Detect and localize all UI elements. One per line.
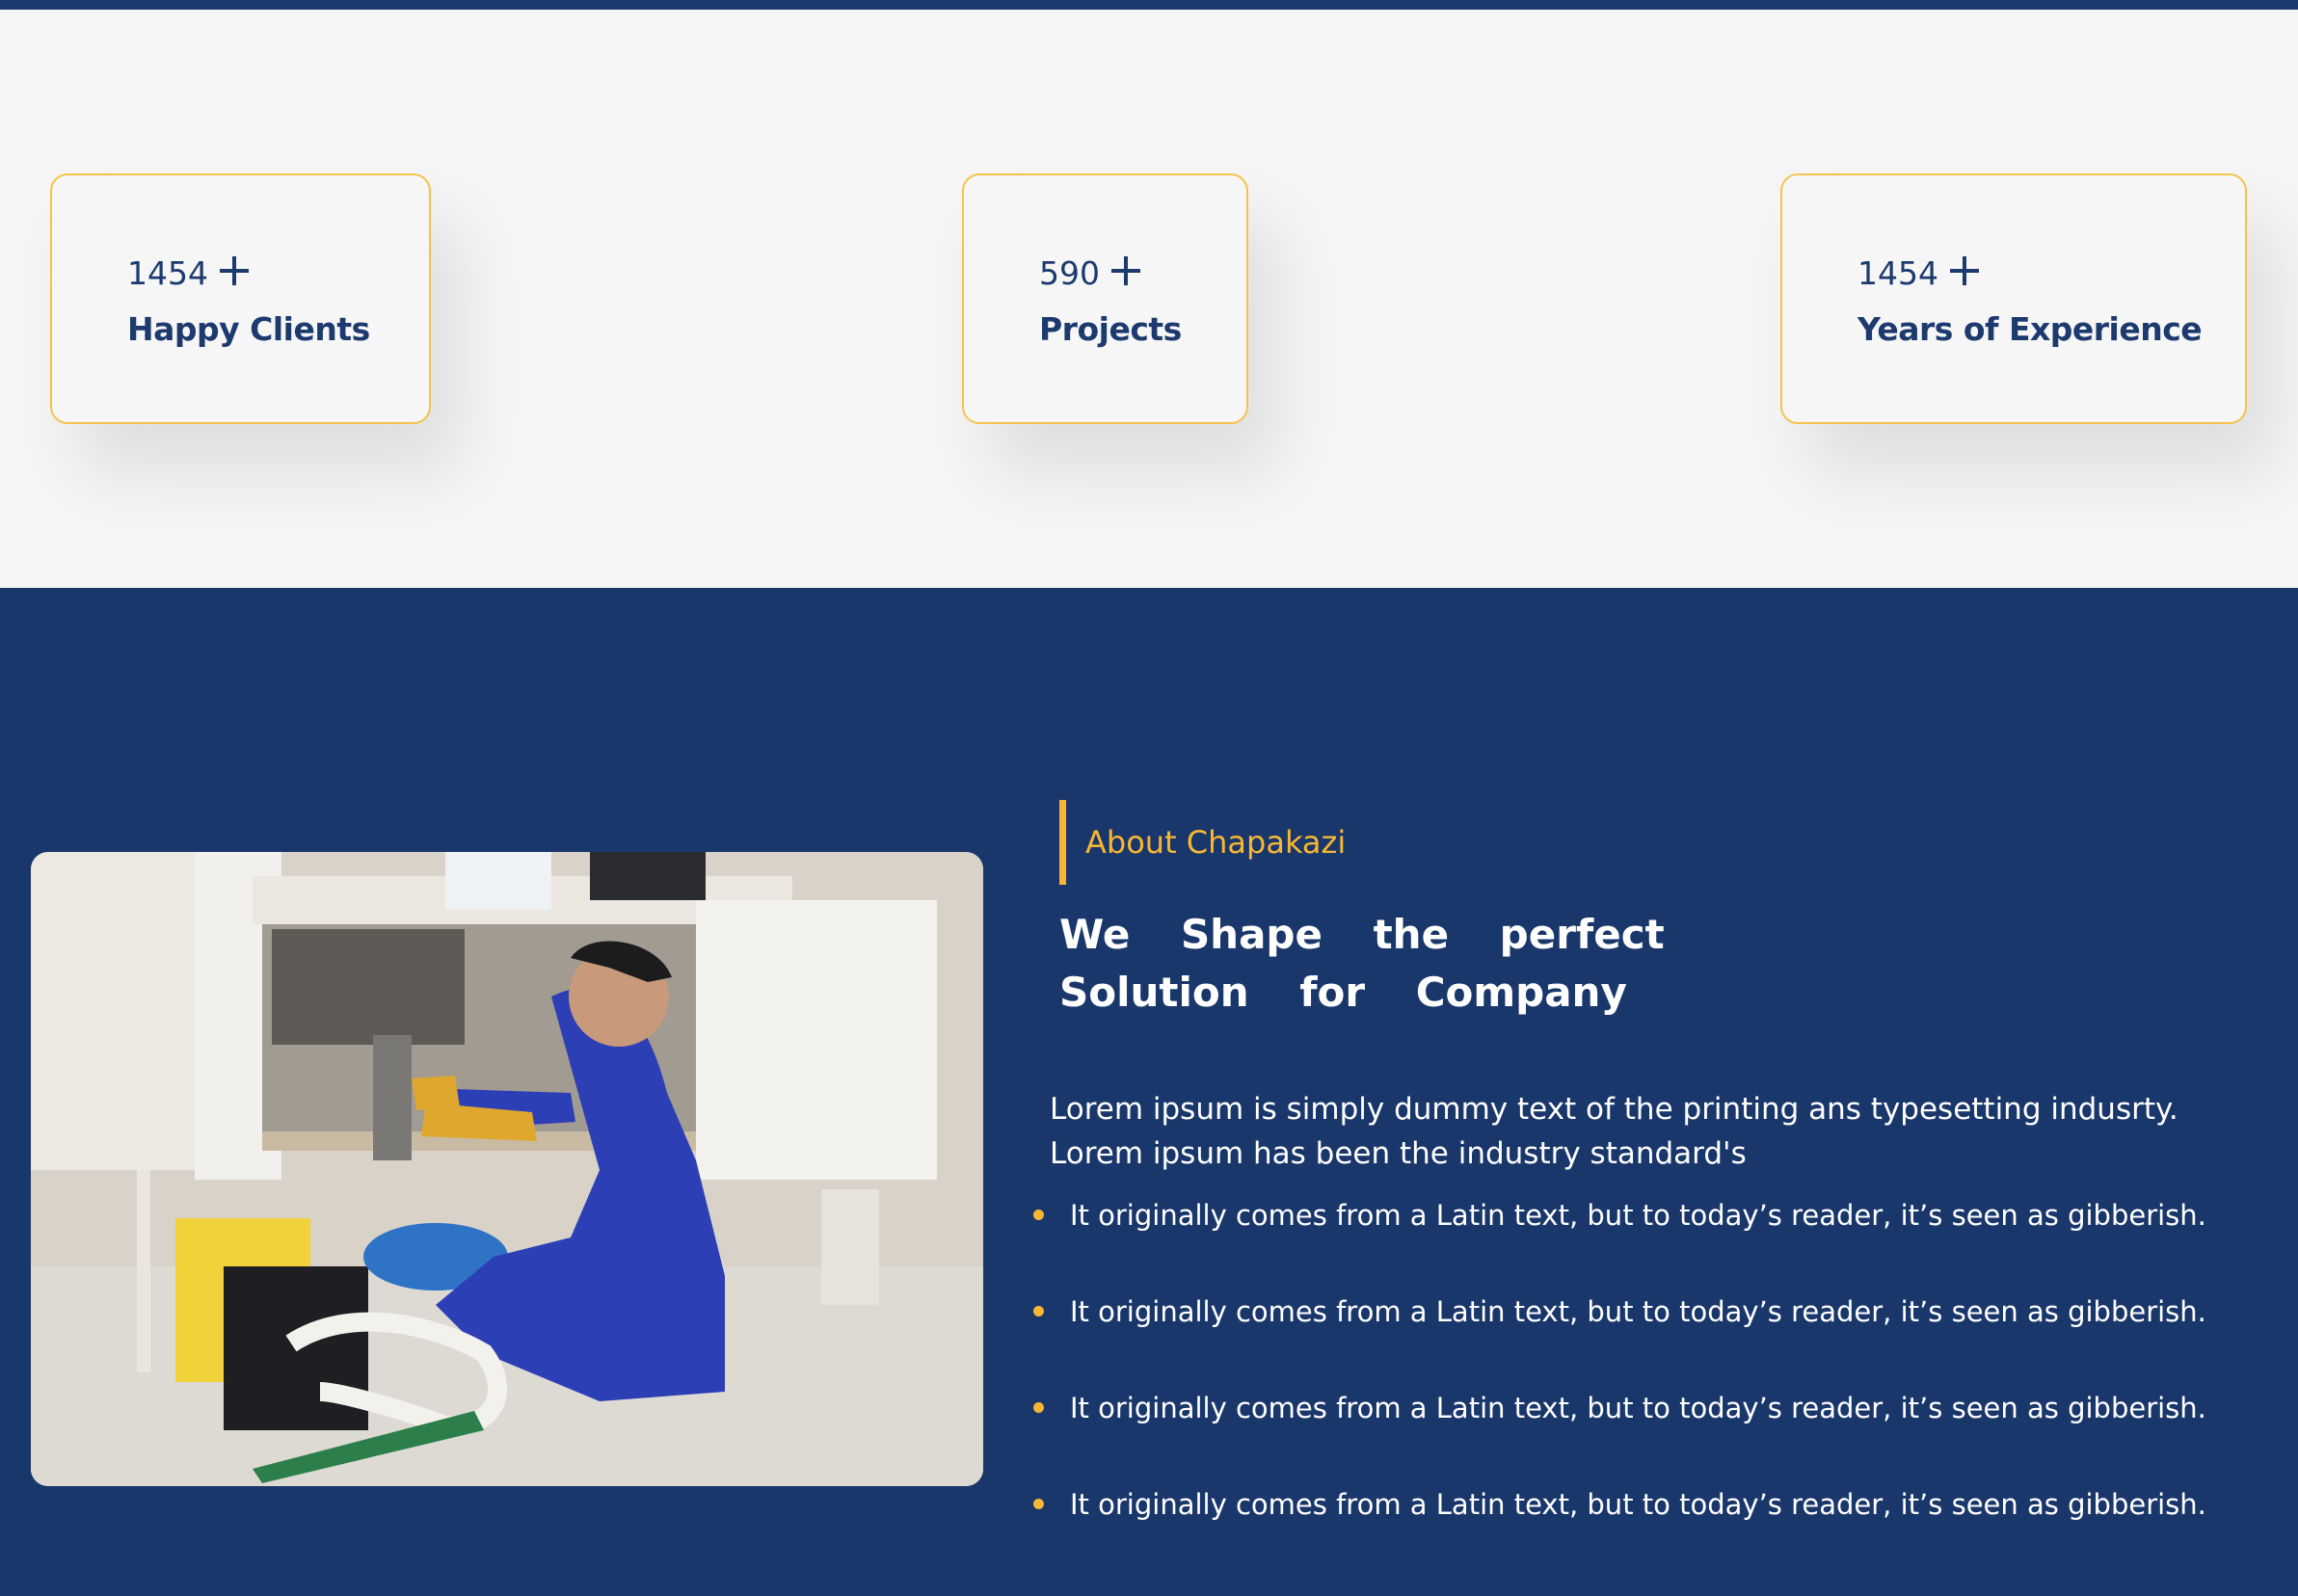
plus-icon [1111,255,1140,285]
bullet-text: It originally comes from a Latin text, b… [1070,1199,2206,1232]
bullet-text: It originally comes from a Latin text, b… [1070,1295,2206,1328]
stat-number-row: 590 [1039,254,1140,292]
stat-card-happy-clients: 1454 Happy Clients [50,173,431,424]
bullet-text: It originally comes from a Latin text, b… [1070,1392,2206,1424]
stat-number-row: 1454 [1857,254,1979,292]
stat-value: 1454 [1857,254,1938,292]
plus-icon [219,255,249,285]
stat-card-years-experience: 1454 Years of Experience [1780,173,2247,424]
list-item: It originally comes from a Latin text, b… [1033,1392,2206,1488]
bullet-dot-icon [1033,1499,1044,1509]
list-item: It originally comes from a Latin text, b… [1033,1199,2206,1295]
about-bullet-list: It originally comes from a Latin text, b… [1033,1199,2206,1584]
bullet-dot-icon [1033,1402,1044,1413]
stat-label: Projects [1039,310,1182,348]
stat-label: Years of Experience [1857,310,2203,348]
list-item: It originally comes from a Latin text, b… [1033,1488,2206,1584]
about-heading: We Shape the perfect Solution for Compan… [1059,911,1665,1016]
stat-label: Happy Clients [127,310,370,348]
about-section: About Chapakazi We Shape the perfect Sol… [0,588,2298,1596]
about-eyebrow-text: About Chapakazi [1085,824,1347,861]
plumber-photo [31,852,983,1486]
stat-value: 590 [1039,254,1100,292]
stat-number-row: 1454 [127,254,249,292]
about-eyebrow: About Chapakazi [1059,800,1346,885]
stat-value: 1454 [127,254,208,292]
list-item: It originally comes from a Latin text, b… [1033,1295,2206,1392]
bullet-text: It originally comes from a Latin text, b… [1070,1488,2206,1521]
bullet-dot-icon [1033,1306,1044,1317]
plus-icon [1949,255,1979,285]
top-bar [0,0,2298,10]
stat-card-projects: 590 Projects [962,173,1248,424]
stats-section: 1454 Happy Clients 590 Projects 1454 Yea… [0,10,2298,588]
about-intro: Lorem ipsum is simply dummy text of the … [1050,1092,2178,1171]
bullet-dot-icon [1033,1210,1044,1220]
